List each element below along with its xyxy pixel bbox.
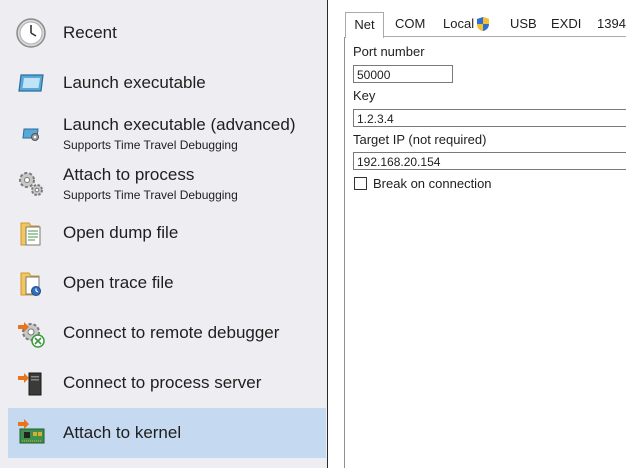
sidebar-item-connect-remote-debugger[interactable]: Connect to remote debugger xyxy=(8,308,326,358)
sidebar-item-attach-to-kernel[interactable]: Attach to kernel xyxy=(8,408,326,458)
window-gear-icon xyxy=(22,128,39,141)
tab-exdi[interactable]: EXDI xyxy=(551,12,581,36)
sidebar-item-label: Launch executable (advanced) xyxy=(63,115,296,134)
key-field[interactable]: 1.2.3.4 xyxy=(353,109,626,127)
sidebar-item-open-dump-file[interactable]: Open dump file xyxy=(8,208,326,258)
sidebar-item-label: Open trace file xyxy=(63,273,174,292)
tab-label: COM xyxy=(395,16,426,31)
tab-label: 1394 xyxy=(597,16,626,31)
sidebar-item-label: Recent xyxy=(63,23,117,42)
window-icon xyxy=(18,74,44,92)
tab-local[interactable]: Local xyxy=(443,12,489,36)
tab-strip: Net COM Local USB EXDI 1394 xyxy=(345,12,626,38)
tab-label: USB xyxy=(510,16,537,31)
sidebar-item-label: Open dump file xyxy=(63,223,179,242)
tab-label: EXDI xyxy=(551,16,582,31)
sidebar-item-label: Launch executable xyxy=(63,73,206,92)
tab-com[interactable]: COM xyxy=(395,12,425,36)
tab-label: Local xyxy=(443,16,475,31)
sidebar-item-launch-executable[interactable]: Launch executable xyxy=(8,58,326,108)
dump-file-icon xyxy=(20,222,41,246)
target-ip-label: Target IP (not required) xyxy=(353,132,487,147)
sidebar-item-attach-to-process[interactable]: Attach to process Supports Time Travel D… xyxy=(8,158,326,208)
port-number-label: Port number xyxy=(353,44,425,59)
process-server-icon xyxy=(18,372,42,396)
sidebar-item-sublabel: Supports Time Travel Debugging xyxy=(63,138,238,152)
tab-usb[interactable]: USB xyxy=(510,12,537,36)
sidebar-item-connect-process-server[interactable]: Connect to process server xyxy=(8,358,326,408)
sidebar: Recent Launch executable Launch executab… xyxy=(0,0,327,468)
key-label: Key xyxy=(353,88,376,103)
sidebar-item-label: Attach to kernel xyxy=(63,423,182,442)
panel-border xyxy=(344,37,345,468)
sidebar-item-launch-executable-advanced[interactable]: Launch executable (advanced) Supports Ti… xyxy=(8,108,326,158)
sidebar-item-label: Attach to process xyxy=(63,165,195,184)
port-number-field[interactable]: 50000 xyxy=(353,65,453,83)
break-on-connection-label: Break on connection xyxy=(373,176,492,191)
gears-icon xyxy=(19,172,43,196)
sidebar-item-sublabel: Supports Time Travel Debugging xyxy=(63,188,238,202)
trace-file-icon xyxy=(20,272,41,296)
remote-debugger-icon xyxy=(18,322,45,348)
panel-gutter xyxy=(328,0,344,468)
sidebar-item-label: Connect to remote debugger xyxy=(63,323,280,342)
break-on-connection-checkbox[interactable] xyxy=(354,177,367,190)
sidebar-item-label: Connect to process server xyxy=(63,373,262,392)
sidebar-item-recent[interactable]: Recent xyxy=(8,8,326,58)
tab-1394[interactable]: 1394 xyxy=(597,12,626,36)
sidebar-item-open-trace-file[interactable]: Open trace file xyxy=(8,258,326,308)
tab-net[interactable]: Net xyxy=(345,12,384,38)
tab-label: Net xyxy=(354,17,375,32)
clock-icon xyxy=(16,18,46,48)
uac-shield-icon xyxy=(477,17,489,31)
target-ip-field[interactable]: 192.168.20.154 xyxy=(353,152,626,170)
circuit-board-icon xyxy=(18,419,45,444)
